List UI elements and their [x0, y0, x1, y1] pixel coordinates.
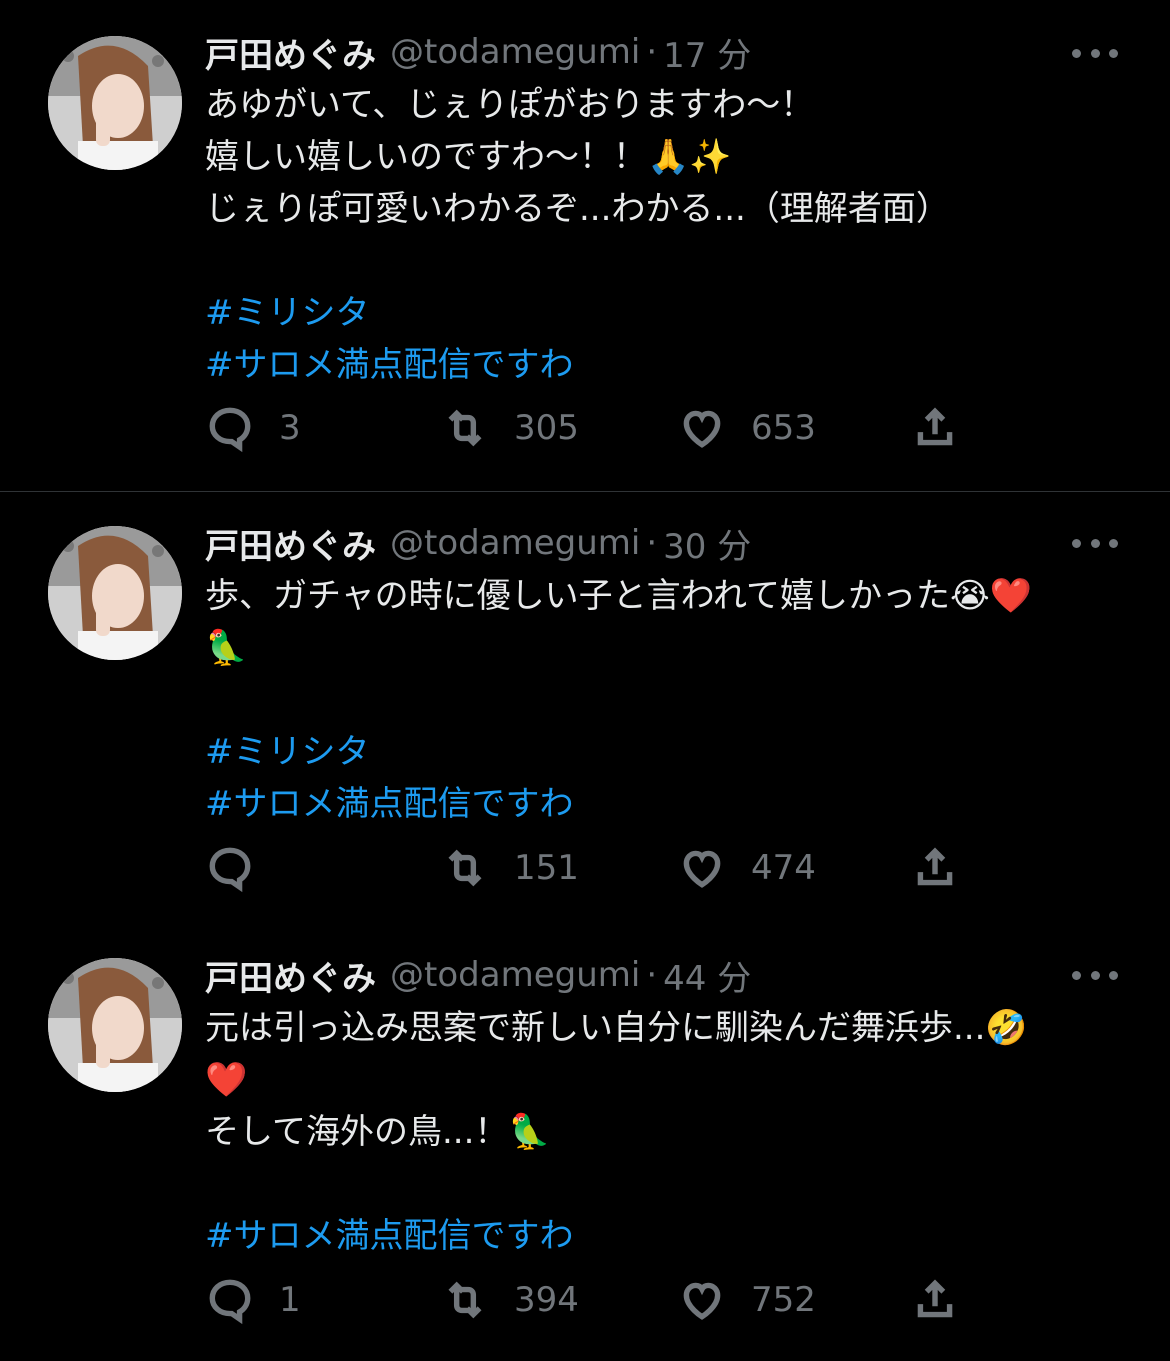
like-count: 752 [751, 1280, 816, 1320]
tweet-header: 戸田めぐみ @todamegumi · 44 分 [205, 950, 751, 1000]
tweet-text-line: あゆがいて、じぇりぽがおりますわ〜！ [205, 85, 815, 125]
share-upload-icon [917, 407, 953, 446]
retweet-arrows-icon [448, 1281, 482, 1319]
reply-count: 1 [279, 1280, 301, 1320]
avatar-photo [48, 526, 182, 660]
avatar-photo [48, 958, 182, 1092]
tweet-body: 元は引っ込み思案で新しい自分に馴染んだ舞浜歩...🤣 ❤️ そして海外の鳥...… [205, 1002, 1135, 1262]
display-name[interactable]: 戸田めぐみ [205, 951, 376, 1000]
avatar[interactable] [48, 526, 182, 660]
user-handle[interactable]: @todamegumi [390, 955, 640, 995]
heart-outline-icon [683, 1282, 721, 1320]
retweet-arrows-icon [448, 409, 482, 447]
tweet-text-line: ❤️ [205, 1060, 248, 1100]
tweet-text-line: 歩、ガチャの時に優しい子と言われて嬉しかった😭❤️ [205, 576, 1032, 616]
speech-bubble-icon [209, 1279, 251, 1325]
retweet-button[interactable]: 305 [440, 398, 579, 458]
tweet-text-line: そして海外の鳥...！🦜 [205, 1112, 551, 1152]
hashtag-link[interactable]: #ミリシタ [205, 726, 1135, 778]
tweet-header: 戸田めぐみ @todamegumi · 30 分 [205, 518, 751, 568]
tweet-text-line: 元は引っ込み思案で新しい自分に馴染んだ舞浜歩...🤣 [205, 1008, 1028, 1048]
user-handle[interactable]: @todamegumi [390, 523, 640, 563]
action-bar: 3 305 653 [205, 398, 985, 458]
hashtag-link[interactable]: #サロメ満点配信ですわ [205, 778, 1135, 830]
reply-count: 3 [279, 408, 301, 448]
share-button[interactable] [910, 838, 960, 898]
timestamp[interactable]: 30 分 [663, 519, 751, 568]
avatar[interactable] [48, 36, 182, 170]
like-button[interactable]: 653 [677, 398, 816, 458]
separator-dot: · [646, 523, 658, 563]
action-bar: 151 474 [205, 838, 985, 898]
share-button[interactable] [910, 398, 960, 458]
hashtag-link[interactable]: #サロメ満点配信ですわ [205, 339, 1135, 391]
retweet-button[interactable]: 151 [440, 838, 579, 898]
retweet-count: 305 [514, 408, 579, 448]
more-options-icon[interactable] [1072, 533, 1118, 553]
like-button[interactable]: 474 [677, 838, 816, 898]
action-bar: 1 394 752 [205, 1270, 985, 1330]
tweet-text-line: 🦜 [205, 628, 248, 668]
tweet-body: 歩、ガチャの時に優しい子と言われて嬉しかった😭❤️ 🦜 #ミリシタ #サロメ満点… [205, 570, 1135, 830]
more-options-icon[interactable] [1072, 965, 1118, 985]
share-button[interactable] [910, 1270, 960, 1330]
separator-dot: · [646, 955, 658, 995]
avatar[interactable] [48, 958, 182, 1092]
reply-button[interactable]: 3 [205, 398, 301, 458]
display-name[interactable]: 戸田めぐみ [205, 519, 376, 568]
timestamp[interactable]: 44 分 [663, 951, 751, 1000]
speech-bubble-icon [209, 407, 251, 453]
hashtag-link[interactable]: #ミリシタ [205, 287, 1135, 339]
like-button[interactable]: 752 [677, 1270, 816, 1330]
retweet-count: 394 [514, 1280, 579, 1320]
reply-button[interactable] [205, 838, 279, 898]
retweet-button[interactable]: 394 [440, 1270, 579, 1330]
tweet-text-line: じぇりぽ可愛いわかるぞ...わかる...（理解者面） [205, 189, 950, 229]
hashtag-link[interactable]: #サロメ満点配信ですわ [205, 1210, 1135, 1262]
like-count: 474 [751, 848, 816, 888]
retweet-count: 151 [514, 848, 579, 888]
tweet-text-line: 嬉しい嬉しいのですわ〜！！🙏✨ [205, 137, 732, 177]
more-options-icon[interactable] [1072, 43, 1118, 63]
user-handle[interactable]: @todamegumi [390, 32, 640, 72]
tweet-divider [0, 491, 1170, 492]
heart-outline-icon [683, 850, 721, 888]
speech-bubble-icon [209, 847, 251, 893]
reply-button[interactable]: 1 [205, 1270, 301, 1330]
separator-dot: · [646, 32, 658, 72]
tweet-header: 戸田めぐみ @todamegumi · 17 分 [205, 27, 751, 77]
tweet-body: あゆがいて、じぇりぽがおりますわ〜！ 嬉しい嬉しいのですわ〜！！🙏✨ じぇりぽ可… [205, 79, 1135, 391]
share-upload-icon [917, 847, 953, 886]
heart-outline-icon [683, 410, 721, 448]
like-count: 653 [751, 408, 816, 448]
avatar-photo [48, 36, 182, 170]
retweet-arrows-icon [448, 849, 482, 887]
timestamp[interactable]: 17 分 [663, 28, 751, 77]
share-upload-icon [917, 1279, 953, 1318]
display-name[interactable]: 戸田めぐみ [205, 28, 376, 77]
